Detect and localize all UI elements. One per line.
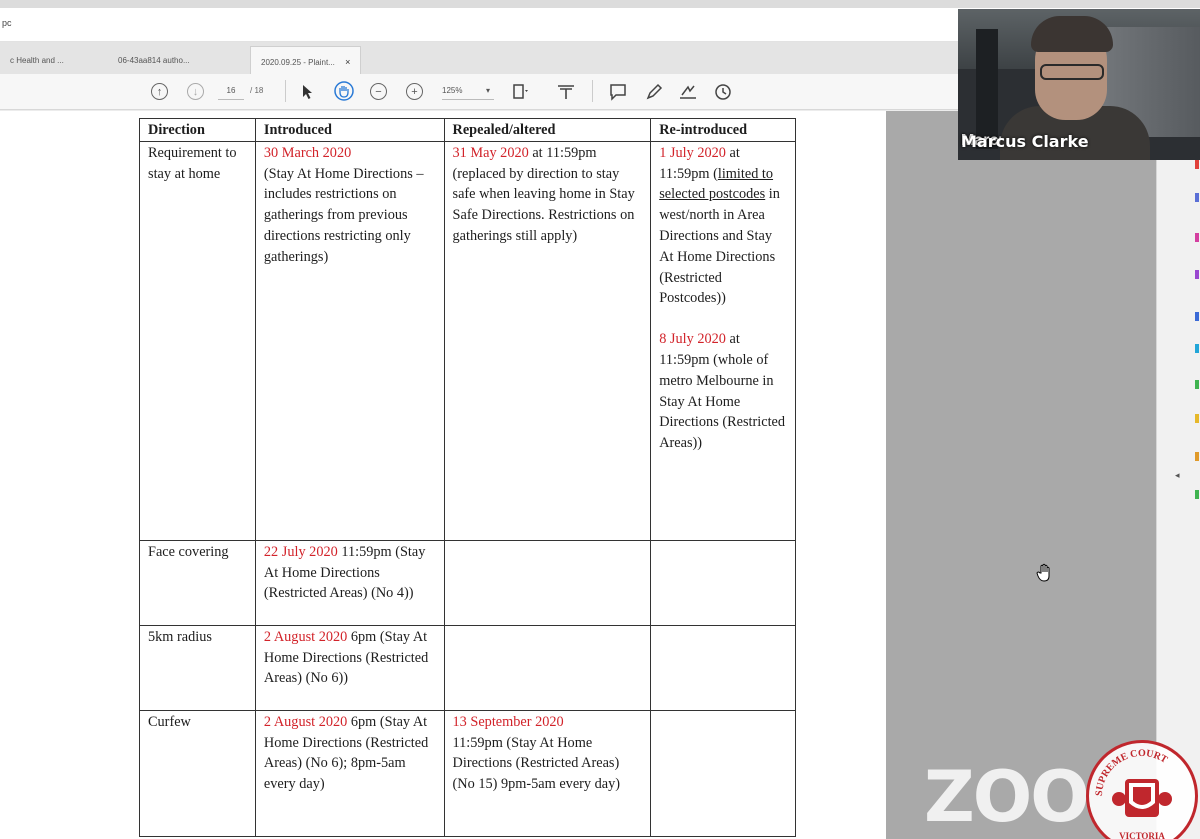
close-tab-icon[interactable]: × <box>345 57 350 67</box>
cell-introduced: 22 July 2020 11:59pm (Stay At Home Direc… <box>254 539 445 626</box>
cell-repealed <box>443 624 652 711</box>
zoom-level-select[interactable]: 125% ▾ <box>442 82 494 100</box>
page-up-icon[interactable]: ↑ <box>151 83 168 100</box>
tab-label: c Health and ... <box>10 56 64 65</box>
tab-health[interactable]: c Health and ... <box>0 46 74 74</box>
scrolling-mode-icon[interactable] <box>556 82 576 102</box>
header-reintroduced: Re-introduced <box>650 118 796 142</box>
participant-hair <box>1031 16 1113 52</box>
comment-icon[interactable] <box>608 82 628 102</box>
tab-authority[interactable]: 06-43aa814 autho... <box>108 46 200 74</box>
zoom-in-icon[interactable]: + <box>406 83 423 100</box>
header-repealed: Repealed/altered <box>443 118 652 142</box>
cell-direction: 5km radius <box>139 624 256 711</box>
directions-table: Direction Introduced Repealed/altered Re… <box>139 118 796 837</box>
tool-indicator[interactable] <box>1195 452 1199 461</box>
tab-label: 06-43aa814 autho... <box>118 56 190 65</box>
table-row: Curfew 2 August 2020 6pm (Stay At Home D… <box>139 709 796 837</box>
date-text: 30 March 2020 <box>263 144 352 161</box>
cell-repealed: 31 May 2020 at 11:59pm (replaced by dire… <box>443 140 652 541</box>
cell-direction: Curfew <box>139 709 256 837</box>
date-text: 2 August 2020 <box>263 628 348 645</box>
document-background <box>886 111 1156 839</box>
cell-repealed <box>443 539 652 626</box>
tool-indicator[interactable] <box>1195 270 1199 279</box>
window-titlebar <box>0 0 1200 8</box>
fit-page-icon[interactable] <box>512 82 532 102</box>
date-text: 2 August 2020 <box>263 713 348 730</box>
select-pointer-icon[interactable] <box>298 82 318 102</box>
cell-text: at 11:59pm (whole of metro Melbourne in … <box>659 331 786 452</box>
cell-direction: Requirement to stay at home <box>139 140 256 541</box>
stamp-icon[interactable] <box>714 82 734 102</box>
url-text: pc <box>2 18 12 28</box>
cell-introduced: 2 August 2020 6pm (Stay At Home Directio… <box>254 624 445 711</box>
page-number-input[interactable]: 16 <box>218 82 244 100</box>
participant-name: Marcus Clarke <box>961 132 1089 151</box>
cell-repealed: 13 September 2020 11:59pm (Stay At Home … <box>443 709 652 837</box>
date-text: 8 July 2020 <box>659 331 726 348</box>
tool-indicator[interactable] <box>1195 344 1199 353</box>
toolbar-divider <box>285 80 286 102</box>
header-introduced: Introduced <box>254 118 445 142</box>
collapse-panel-icon[interactable]: ◂ <box>1175 470 1180 481</box>
cell-text: (Stay At Home Directions – includes rest… <box>263 165 424 265</box>
hand-tool-icon[interactable] <box>334 81 354 101</box>
date-text: 13 September 2020 <box>452 713 564 730</box>
tool-indicator[interactable] <box>1195 233 1199 242</box>
tool-indicator[interactable] <box>1195 490 1199 499</box>
cell-introduced: 2 August 2020 6pm (Stay At Home Directio… <box>254 709 445 837</box>
highlight-pen-icon[interactable] <box>644 82 664 102</box>
table-row: Requirement to stay at home 30 March 202… <box>139 140 796 541</box>
zoom-watermark: ZOO <box>924 756 1090 838</box>
table-row: 5km radius 2 August 2020 6pm (Stay At Ho… <box>139 624 796 711</box>
table-row: Face covering 22 July 2020 11:59pm (Stay… <box>139 539 796 626</box>
zoom-value: 125% <box>442 86 463 95</box>
page-total: / 18 <box>250 86 264 95</box>
cell-reintroduced: 1 July 2020 at 11:59pm (limited to selec… <box>650 140 796 541</box>
cell-reintroduced <box>650 539 796 626</box>
date-text: 1 July 2020 <box>659 144 726 161</box>
date-text: 31 May 2020 <box>452 144 529 161</box>
tool-indicator[interactable] <box>1195 193 1199 202</box>
tab-plaint-active[interactable]: 2020.09.25 - Plaint... × <box>250 46 362 74</box>
tool-indicator[interactable] <box>1195 160 1199 169</box>
cell-text: in west/north in Area Directions and Sta… <box>659 186 780 307</box>
toolbar-divider <box>592 80 593 102</box>
hand-cursor-icon <box>1036 563 1054 588</box>
cell-text: 11:59pm (Stay At Home Directions (Restri… <box>452 734 621 793</box>
header-direction: Direction <box>139 118 256 142</box>
draw-signature-icon[interactable] <box>678 82 698 102</box>
participant-name-overlay: Marcus Clarke <box>958 128 1200 160</box>
cell-direction: Face covering <box>139 539 256 626</box>
cell-introduced: 30 March 2020 (Stay At Home Directions –… <box>254 140 445 541</box>
tool-indicator[interactable] <box>1195 312 1199 321</box>
tool-indicator[interactable] <box>1195 414 1199 423</box>
glasses-icon <box>1040 64 1104 80</box>
date-text: 22 July 2020 <box>263 543 338 560</box>
svg-text:VICTORIA: VICTORIA <box>1119 831 1165 839</box>
cell-reintroduced <box>650 624 796 711</box>
supreme-court-seal-icon: SUPREME COURT VICTORIA <box>1086 740 1198 839</box>
page-down-icon[interactable]: ↓ <box>187 83 204 100</box>
screen: pc c Health and ... 06-43aa814 autho... … <box>0 0 1200 839</box>
table-header-row: Direction Introduced Repealed/altered Re… <box>139 118 796 142</box>
cell-reintroduced <box>650 709 796 837</box>
chevron-down-icon: ▾ <box>485 86 490 95</box>
zoom-out-icon[interactable]: − <box>370 83 387 100</box>
tab-label: 2020.09.25 - Plaint... <box>261 58 335 67</box>
tool-indicator[interactable] <box>1195 380 1199 389</box>
